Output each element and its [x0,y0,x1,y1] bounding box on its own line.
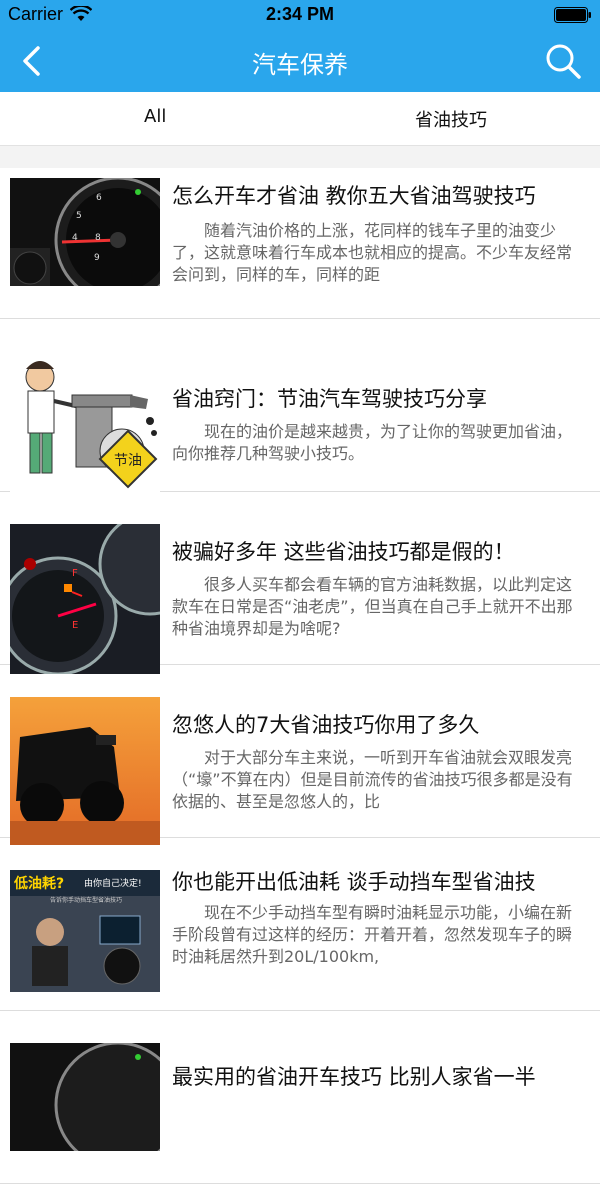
list-item[interactable]: 忽悠人的7大省油技巧你用了多久 对于大部分车主来说，一听到开车省油就会双眼发亮（… [0,687,600,845]
article-thumbnail: 低油耗? 由你自己决定! 告诉你手动挡车型省油技巧 [10,870,160,992]
search-icon[interactable] [544,42,582,80]
article-title: 你也能开出低油耗 谈手动挡车型省油技 [172,870,536,894]
article-summary: 现在不少手动挡车型有瞬时油耗显示功能，小编在新手阶段曾有过这样的经历：开着开着，… [172,903,573,966]
banner-text: 低油耗? [13,875,64,892]
list-item[interactable]: 低油耗? 由你自己决定! 告诉你手动挡车型省油技巧 你也能开出低油耗 谈手动挡车… [0,860,600,1011]
banner-caption: 告诉你手动挡车型省油技巧 [50,896,122,904]
clock: 2:34 PM [265,4,335,24]
list-item[interactable]: F E 被骗好多年 这些省油技巧都是假的！ 很多人买车都会看车辆的官方油耗数据，… [0,514,600,674]
article-list: 5 6 4 8 9 怎么开车才省油 教你五大省油驾驶技巧 随着汽油价格的上涨，花… [0,168,600,1184]
svg-text:E: E [72,620,78,631]
svg-text:5: 5 [76,211,82,221]
tab-fuel-saving-tips[interactable]: 省油技巧 [415,106,487,132]
banner-subtext: 由你自己决定! [84,877,142,889]
article-title: 怎么开车才省油 教你五大省油驾驶技巧 [172,184,536,208]
article-thumbnail: 5 6 4 8 9 [10,178,160,286]
article-title: 省油窍门：节油汽车驾驶技巧分享 [172,387,487,411]
svg-text:4: 4 [72,233,78,243]
list-item[interactable]: 节油 省油窍门：节油汽车驾驶技巧分享 现在的油价是越来越贵，为了让你的驾驶更加省… [0,341,600,493]
badge-text: 节油 [114,453,142,469]
article-thumbnail [10,697,160,845]
article-summary: 对于大部分车主来说，一听到开车省油就会双眼发亮（“壕”不算在内）但是目前流传的省… [172,748,573,811]
article-thumbnail: F E [10,524,160,674]
svg-text:6: 6 [96,193,102,203]
page-title: 汽车保养 [252,51,348,79]
tab-all[interactable]: All [144,106,166,127]
article-title: 最实用的省油开车技巧 比别人家省一半 [172,1065,536,1089]
list-item[interactable]: 5 6 4 8 9 怎么开车才省油 教你五大省油驾驶技巧 随着汽油价格的上涨，花… [0,168,600,319]
svg-text:9: 9 [94,253,100,263]
nav-bar: 汽车保养 [0,30,600,92]
article-thumbnail: 节油 [10,355,160,493]
article-thumbnail [10,1043,160,1151]
tab-bar: All 省油技巧 [0,92,600,146]
section-divider [0,146,600,168]
article-summary: 随着汽油价格的上涨，花同样的钱车子里的油变少了，这就意味着行车成本也就相应的提高… [172,221,573,284]
article-summary: 现在的油价是越来越贵，为了让你的驾驶更加省油，向你推荐几种驾驶小技巧。 [172,422,573,463]
article-summary: 很多人买车都会看车辆的官方油耗数据，以此判定这款车在日常是否“油老虎”，但当真在… [172,575,573,638]
article-title: 被骗好多年 这些省油技巧都是假的！ [172,540,515,564]
battery-icon [554,7,591,23]
svg-text:8: 8 [95,233,101,243]
status-bar: Carrier 2:34 PM [0,0,600,30]
svg-text:F: F [72,568,78,579]
article-title: 忽悠人的7大省油技巧你用了多久 [172,713,480,737]
list-item[interactable]: 最实用的省油开车技巧 比别人家省一半 [0,1033,600,1184]
